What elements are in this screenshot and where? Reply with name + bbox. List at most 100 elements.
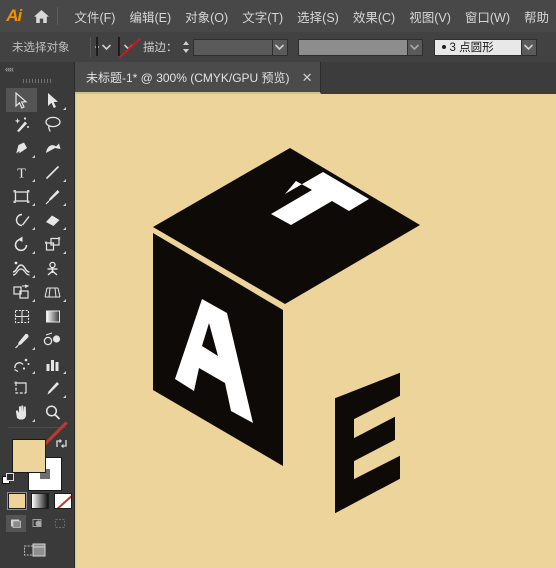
- draw-behind-mode-button[interactable]: [28, 515, 48, 532]
- stroke-weight-field[interactable]: [192, 38, 273, 56]
- tool-perspective-grid[interactable]: [37, 280, 68, 304]
- tool-rectangle[interactable]: [6, 184, 37, 208]
- tool-corner-indicator: [32, 347, 35, 350]
- fill-stroke-controls: [0, 421, 74, 557]
- menu-item-help[interactable]: 帮助: [517, 2, 556, 31]
- stroke-profile-combo[interactable]: [297, 38, 423, 56]
- tool-type[interactable]: T: [6, 160, 37, 184]
- document-tab-bar: 未标题-1* @ 300% (CMYK/GPU 预览) ✕: [0, 62, 556, 94]
- control-divider: [90, 37, 91, 57]
- tool-corner-indicator: [63, 395, 66, 398]
- color-mode-gradient-button[interactable]: [31, 493, 49, 509]
- svg-text:T: T: [17, 166, 26, 181]
- tool-corner-indicator: [32, 419, 35, 422]
- stroke-profile-chevron-down-icon[interactable]: [407, 38, 423, 56]
- brush-definition-combo[interactable]: 3 点圆形: [433, 38, 537, 56]
- tool-gradient[interactable]: [37, 304, 68, 328]
- menu-item-select[interactable]: 选择(S): [290, 2, 346, 31]
- tool-hand[interactable]: [6, 400, 37, 424]
- fill-color-box[interactable]: [12, 439, 46, 473]
- stroke-control[interactable]: [117, 37, 135, 56]
- home-icon[interactable]: [31, 0, 50, 32]
- tool-shape-builder[interactable]: [6, 280, 37, 304]
- default-fill-stroke-icon[interactable]: [2, 473, 16, 492]
- fill-swatch[interactable]: [96, 37, 98, 56]
- tool-mesh[interactable]: [6, 304, 37, 328]
- change-screen-mode-icon[interactable]: [24, 543, 46, 564]
- tool-corner-indicator: [32, 275, 35, 278]
- stroke-weight-chevron-down-icon[interactable]: [272, 38, 288, 56]
- tool-corner-indicator: [32, 371, 35, 374]
- tool-corner-indicator: [32, 179, 35, 182]
- stroke-weight-stepper[interactable]: [181, 38, 191, 56]
- stroke-weight-combo[interactable]: [192, 38, 288, 56]
- menu-item-window[interactable]: 窗口(W): [458, 2, 517, 31]
- selection-status-label: 未选择对象: [12, 42, 70, 54]
- tool-lasso[interactable]: [37, 112, 68, 136]
- tool-eyedropper[interactable]: [6, 328, 37, 352]
- tool-paintbrush[interactable]: [37, 184, 68, 208]
- tool-corner-indicator: [32, 251, 35, 254]
- tool-artboard[interactable]: [6, 376, 37, 400]
- menu-item-edit[interactable]: 编辑(E): [122, 2, 178, 31]
- menu-item-view[interactable]: 视图(V): [402, 2, 458, 31]
- color-mode-flat-button[interactable]: [7, 492, 27, 510]
- collapse-panel-icon[interactable]: ««: [0, 62, 74, 76]
- control-bar: 未选择对象 描边： 3 点圆形: [0, 32, 556, 63]
- tool-grid: T: [6, 88, 68, 431]
- menu-item-effect[interactable]: 效果(C): [346, 2, 402, 31]
- panel-drag-grip[interactable]: [0, 76, 74, 86]
- tool-corner-indicator: [63, 227, 66, 230]
- illustrator-window: Ai 文件(F) 编辑(E) 对象(O) 文字(T) 选择(S) 效果(C) 视…: [0, 0, 556, 568]
- menu-item-object[interactable]: 对象(O): [178, 2, 235, 31]
- fill-chevron-down-icon[interactable]: [99, 38, 113, 56]
- tool-corner-indicator: [32, 155, 35, 158]
- tool-free-transform[interactable]: [37, 256, 68, 280]
- tool-shaper[interactable]: [6, 208, 37, 232]
- brush-definition-field[interactable]: 3 点圆形: [433, 38, 522, 56]
- menu-item-list: 文件(F) 编辑(E) 对象(O) 文字(T) 选择(S) 效果(C) 视图(V…: [67, 2, 556, 31]
- fill-control[interactable]: [95, 37, 113, 56]
- letter-E-right-face: [335, 372, 400, 514]
- menu-divider: [56, 7, 58, 25]
- tool-blend[interactable]: [37, 328, 68, 352]
- menu-item-type[interactable]: 文字(T): [235, 2, 290, 31]
- tool-line-segment[interactable]: [37, 160, 68, 184]
- tool-pen[interactable]: [6, 136, 37, 160]
- tool-slice[interactable]: [37, 376, 68, 400]
- drawing-mode-buttons: [6, 515, 70, 532]
- tool-direct-selection[interactable]: [37, 88, 68, 112]
- draw-normal-mode-button[interactable]: [6, 515, 26, 532]
- tool-corner-indicator: [32, 299, 35, 302]
- tool-eraser[interactable]: [37, 208, 68, 232]
- swap-fill-stroke-icon[interactable]: [55, 437, 68, 455]
- tool-curvature[interactable]: [37, 136, 68, 160]
- stroke-swatch[interactable]: [118, 37, 120, 56]
- tool-magic-wand[interactable]: [6, 112, 37, 136]
- stroke-profile-field[interactable]: [297, 38, 408, 56]
- tool-corner-indicator: [63, 251, 66, 254]
- tool-column-graph[interactable]: [37, 352, 68, 376]
- menu-bar: Ai 文件(F) 编辑(E) 对象(O) 文字(T) 选择(S) 效果(C) 视…: [0, 0, 556, 32]
- stroke-weight-label: 描边：: [143, 42, 178, 54]
- document-tab[interactable]: 未标题-1* @ 300% (CMYK/GPU 预览) ✕: [74, 62, 322, 94]
- tools-panel: «« T: [0, 62, 75, 568]
- color-mode-none-button[interactable]: [54, 493, 72, 509]
- brush-definition-value: 3 点圆形: [449, 42, 494, 54]
- draw-inside-mode-button[interactable]: [50, 515, 70, 532]
- color-mode-buttons: [7, 492, 72, 510]
- tool-scale[interactable]: [37, 232, 68, 256]
- menu-item-file[interactable]: 文件(F): [67, 2, 122, 31]
- tool-rotate[interactable]: [6, 232, 37, 256]
- tool-selection[interactable]: [6, 88, 37, 112]
- tool-zoom[interactable]: [37, 400, 68, 424]
- canvas-area[interactable]: [75, 94, 556, 568]
- tool-width[interactable]: [6, 256, 37, 280]
- tool-corner-indicator: [63, 371, 66, 374]
- app-logo-icon: Ai: [6, 6, 22, 25]
- artwork-isometric-cube[interactable]: [75, 94, 556, 568]
- brush-definition-chevron-down-icon[interactable]: [521, 38, 537, 56]
- close-icon[interactable]: ✕: [302, 71, 313, 84]
- tool-corner-indicator: [63, 299, 66, 302]
- tool-symbol-sprayer[interactable]: [6, 352, 37, 376]
